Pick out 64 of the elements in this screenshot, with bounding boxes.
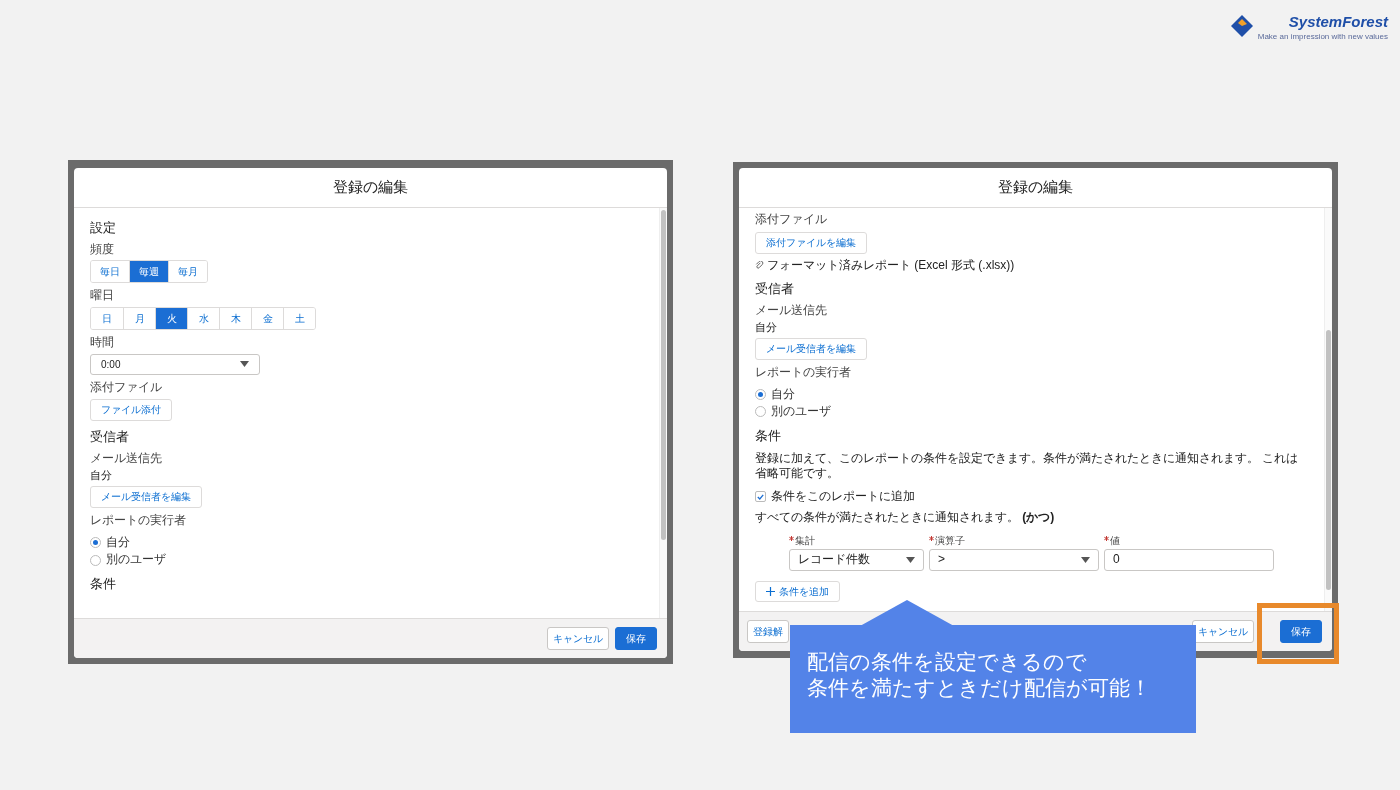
scrollbar[interactable] <box>1324 208 1332 611</box>
radio-label: 別のユーザ <box>771 404 831 420</box>
paperclip-icon <box>755 260 764 270</box>
button[interactable]: メール受信者を編集 <box>90 486 202 509</box>
button[interactable]: 保存 <box>1280 620 1322 643</box>
dialog-title: 登録の編集 <box>998 177 1073 198</box>
segment-option[interactable]: 毎月 <box>168 261 207 283</box>
field-label: レポートの実行者 <box>755 364 851 381</box>
field-label: 添付ファイル <box>755 212 827 228</box>
field-label: 曜日 <box>90 288 114 305</box>
checkbox-label: 条件をこのレポートに追加 <box>771 488 915 505</box>
field-label: 時間 <box>90 335 114 351</box>
button[interactable]: メール受信者を編集 <box>755 337 867 360</box>
logo-tagline: Make an impression with new values <box>1257 33 1388 41</box>
dropdown-caret-icon <box>1081 557 1090 563</box>
callout-text: 条件を満たすときだけ配信が可能！ <box>807 675 1152 701</box>
field-value: 自分 <box>90 467 112 483</box>
radio-button[interactable] <box>755 406 766 418</box>
field-label: 頻度 <box>90 241 114 258</box>
button[interactable]: キャンセル <box>1192 620 1254 643</box>
scrollbar[interactable] <box>659 208 667 618</box>
logo-text: SystemForest <box>1288 14 1388 29</box>
radio-button[interactable] <box>755 388 766 400</box>
button[interactable]: ファイル添付 <box>90 399 172 422</box>
field-label: 添付ファイル <box>90 379 162 396</box>
select-field[interactable]: レコード件数 <box>789 549 924 571</box>
button[interactable]: 保存 <box>615 627 657 650</box>
add-condition-button[interactable]: 条件を追加 <box>755 581 840 602</box>
button[interactable]: キャンセル <box>547 627 609 650</box>
field-label: 値 <box>1110 534 1120 547</box>
radio-label: 別のユーザ <box>106 552 166 568</box>
field-label: メール送信先 <box>755 303 827 319</box>
section-heading: 条件 <box>90 575 116 593</box>
button[interactable]: 添付ファイルを編集 <box>755 231 867 254</box>
button[interactable]: 登録解 <box>747 620 789 643</box>
field-label: 演算子 <box>935 534 965 547</box>
field-label: メール送信先 <box>90 451 162 467</box>
paragraph-text: すべての条件が満たされたときに通知されます。 (かつ) <box>755 510 1055 526</box>
select-field[interactable]: > <box>929 549 1099 571</box>
checkbox[interactable] <box>755 491 766 503</box>
radio-label: 自分 <box>106 534 130 551</box>
plus-icon <box>766 587 775 596</box>
radio-button[interactable] <box>90 554 101 566</box>
radio-label: 自分 <box>771 386 795 403</box>
dropdown-caret-icon <box>240 361 249 368</box>
segment-option[interactable]: 土 <box>283 308 315 330</box>
dialog-title: 登録の編集 <box>333 177 408 198</box>
field-label: 集計 <box>795 534 815 547</box>
callout-text: 配信の条件を設定できるので <box>807 649 1088 675</box>
dropdown-caret-icon <box>906 557 915 563</box>
paragraph-text: 登録に加えて、このレポートの条件を設定できます。条件が満たされたときに通知されます。 これは省略可能です。 <box>755 450 1300 482</box>
attachment-name: フォーマット済みレポート (Excel 形式 (.xlsx)) <box>767 257 1015 274</box>
radio-button[interactable] <box>90 536 101 548</box>
section-heading: 受信者 <box>755 281 794 299</box>
field-label: レポートの実行者 <box>90 513 186 529</box>
select-field[interactable]: 0:00 <box>90 353 260 375</box>
segment-option[interactable]: 火 <box>155 308 187 330</box>
section-heading: 受信者 <box>90 429 129 447</box>
field-value: 自分 <box>755 319 777 334</box>
section-heading: 設定 <box>90 220 116 237</box>
segment-option[interactable]: 毎週 <box>129 261 168 283</box>
section-heading: 条件 <box>755 427 781 445</box>
logo-icon <box>1229 14 1254 38</box>
input-field[interactable]: 0 <box>1104 549 1274 571</box>
